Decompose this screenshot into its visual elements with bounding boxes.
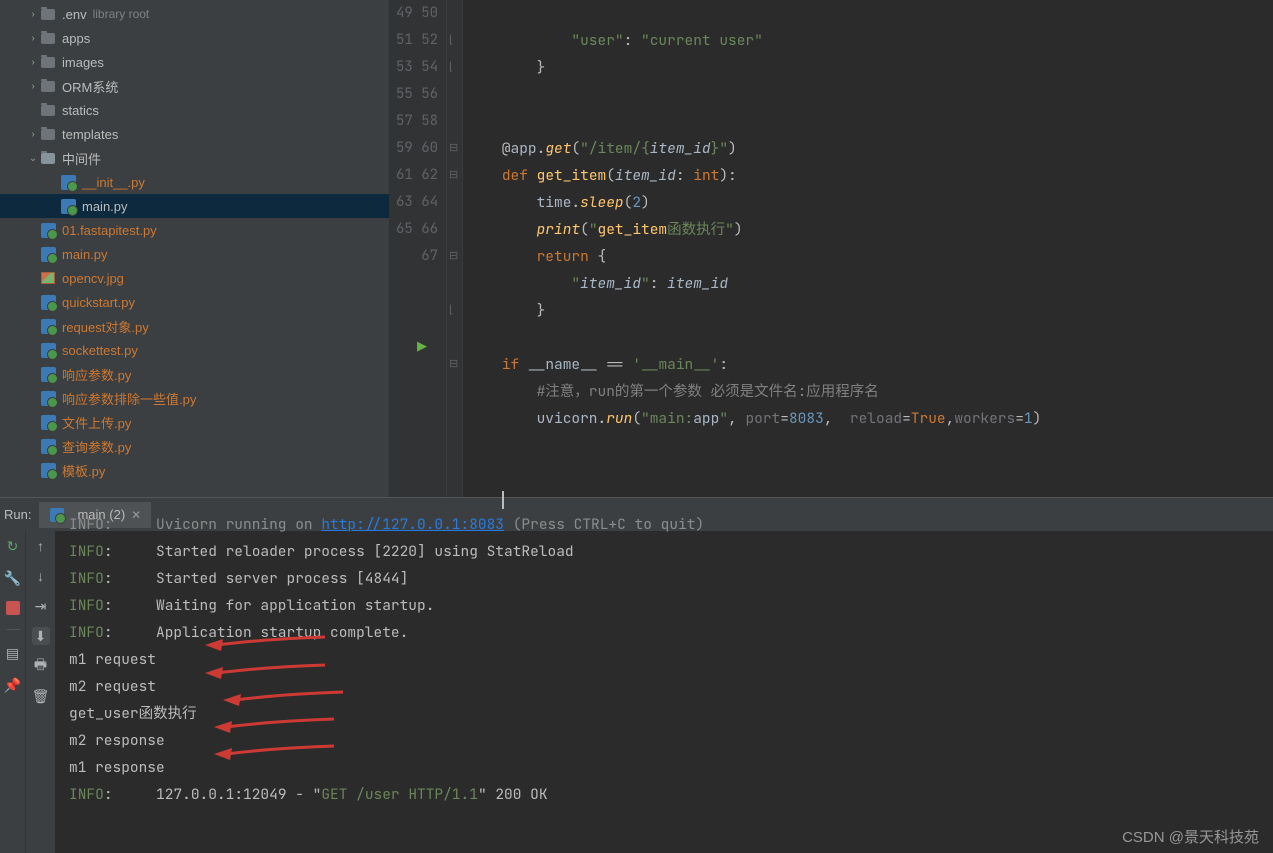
folder-icon xyxy=(40,54,56,70)
tree-item-label: 查询参数.py xyxy=(62,437,131,456)
scroll-to-end-icon[interactable]: ⬇ xyxy=(32,627,50,645)
code-editor[interactable]: 49 50 51 52 53 54 55 56 57 58 59 60 61 6… xyxy=(390,0,1273,497)
softwrap-icon[interactable]: ⇥ xyxy=(32,597,50,615)
annotation-arrow xyxy=(214,715,344,739)
tree-item[interactable]: › .env library root xyxy=(0,2,389,26)
python-file-icon xyxy=(40,342,56,358)
run-console[interactable]: INFO: Uvicorn running on http://127.0.0.… xyxy=(55,511,1273,853)
tree-item-label: ORM系统 xyxy=(62,77,118,96)
annotation-arrow xyxy=(223,688,353,712)
tree-item[interactable]: 文件上传.py xyxy=(0,410,389,434)
image-file-icon xyxy=(40,270,56,286)
python-file-icon xyxy=(40,366,56,382)
tree-item[interactable]: › templates xyxy=(0,122,389,146)
tree-item-label: 文件上传.py xyxy=(62,413,131,432)
folder-icon xyxy=(40,126,56,142)
fold-icon[interactable]: ⌊ xyxy=(449,60,453,73)
run-tool-column-right: ↑ ↓ ⇥ ⬇ 🖶 🗑 xyxy=(25,531,55,853)
project-tree[interactable]: › .env library root › apps › images › ORM系统 stati… xyxy=(0,0,390,497)
chevron-icon[interactable]: › xyxy=(26,9,40,20)
python-file-icon xyxy=(40,318,56,334)
tree-item[interactable]: 模板.py xyxy=(0,458,389,482)
tree-item-label: 响应参数.py xyxy=(62,365,131,384)
tree-item[interactable]: request对象.py xyxy=(0,314,389,338)
chevron-icon[interactable]: › xyxy=(26,129,40,140)
folder-icon xyxy=(40,30,56,46)
python-file-icon xyxy=(40,294,56,310)
run-tool-column-left: ↻ 🔧 ▤ 📌 xyxy=(0,531,25,853)
tree-item-label: statics xyxy=(62,103,99,118)
run-gutter-icon[interactable]: ▶ xyxy=(417,338,427,354)
chevron-icon[interactable]: › xyxy=(26,33,40,44)
rerun-icon[interactable]: ↻ xyxy=(4,537,22,555)
print-icon[interactable]: 🖶 xyxy=(32,657,50,675)
tree-item[interactable]: __init__.py xyxy=(0,170,389,194)
python-file-icon xyxy=(40,438,56,454)
folder-icon xyxy=(40,102,56,118)
fold-icon[interactable]: ⊟ xyxy=(449,168,458,181)
tree-item-label: quickstart.py xyxy=(62,295,135,310)
tree-item[interactable]: sockettest.py xyxy=(0,338,389,362)
folder-open-icon xyxy=(40,150,56,166)
folder-icon xyxy=(40,6,56,22)
python-file-icon xyxy=(40,414,56,430)
tree-item-label: main.py xyxy=(82,199,128,214)
fold-icon[interactable]: ⊟ xyxy=(449,357,458,370)
up-arrow-icon[interactable]: ↑ xyxy=(32,537,50,555)
python-file-icon xyxy=(60,174,76,190)
tree-item-label: opencv.jpg xyxy=(62,271,124,286)
tree-item-label: images xyxy=(62,55,104,70)
annotation-arrow xyxy=(205,661,335,685)
chevron-icon[interactable]: ⌄ xyxy=(26,153,40,164)
chevron-icon[interactable]: › xyxy=(26,81,40,92)
tree-item-label: request对象.py xyxy=(62,317,149,336)
fold-icon[interactable]: ⌊ xyxy=(449,303,453,316)
tree-item[interactable]: 查询参数.py xyxy=(0,434,389,458)
tree-item-label: 响应参数排除一些值.py xyxy=(62,389,196,408)
tree-item-label: .env xyxy=(62,7,87,22)
tree-item[interactable]: opencv.jpg xyxy=(0,266,389,290)
python-file-icon xyxy=(40,462,56,478)
trash-icon[interactable]: 🗑 xyxy=(32,687,50,705)
tree-item-aux: library root xyxy=(93,7,150,21)
tree-item[interactable]: main.py xyxy=(0,194,389,218)
tree-item[interactable]: › ORM系统 xyxy=(0,74,389,98)
chevron-icon[interactable]: › xyxy=(26,57,40,68)
watermark: CSDN @景天科技苑 xyxy=(1122,826,1259,847)
stop-icon[interactable] xyxy=(6,601,20,615)
python-file-icon xyxy=(40,390,56,406)
tree-item[interactable]: ⌄ 中间件 xyxy=(0,146,389,170)
wrench-icon[interactable]: 🔧 xyxy=(4,569,22,587)
tree-item[interactable]: 响应参数.py xyxy=(0,362,389,386)
fold-icon[interactable]: ⊟ xyxy=(449,249,458,262)
pin-icon[interactable]: 📌 xyxy=(4,676,22,694)
tree-item-label: __init__.py xyxy=(82,175,145,190)
tree-item-label: 模板.py xyxy=(62,461,105,480)
fold-icon[interactable]: ⌊ xyxy=(449,33,453,46)
run-label: Run: xyxy=(4,507,31,522)
tree-item-label: templates xyxy=(62,127,118,142)
tree-item[interactable]: 响应参数排除一些值.py xyxy=(0,386,389,410)
tree-item-label: 中间件 xyxy=(62,149,101,168)
annotation-arrow xyxy=(214,742,344,766)
tree-item[interactable]: › images xyxy=(0,50,389,74)
tree-item[interactable]: main.py xyxy=(0,242,389,266)
fold-icon[interactable]: ⊟ xyxy=(449,141,458,154)
layout-icon[interactable]: ▤ xyxy=(4,644,22,662)
tree-item[interactable]: statics xyxy=(0,98,389,122)
folder-icon xyxy=(40,78,56,94)
down-arrow-icon[interactable]: ↓ xyxy=(32,567,50,585)
python-file-icon xyxy=(40,246,56,262)
tree-item-label: 01.fastapitest.py xyxy=(62,223,157,238)
tree-item-label: main.py xyxy=(62,247,108,262)
python-file-icon xyxy=(60,198,76,214)
tree-item[interactable]: 01.fastapitest.py xyxy=(0,218,389,242)
tree-item[interactable]: quickstart.py xyxy=(0,290,389,314)
tree-item-label: apps xyxy=(62,31,90,46)
tree-item[interactable]: › apps xyxy=(0,26,389,50)
python-file-icon xyxy=(40,222,56,238)
tree-item-label: sockettest.py xyxy=(62,343,138,358)
